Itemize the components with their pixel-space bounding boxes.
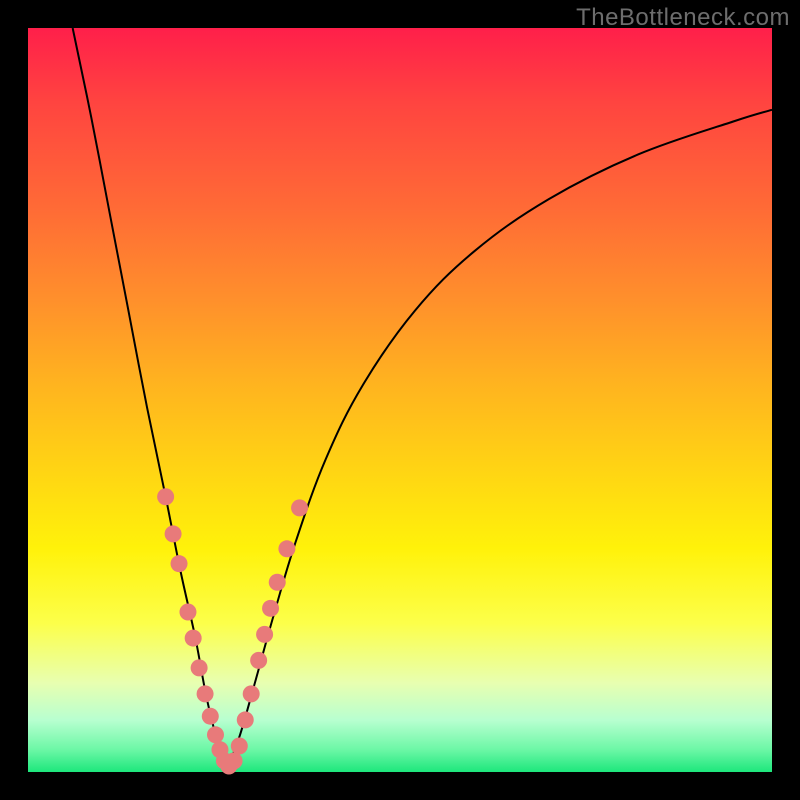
data-marker: [269, 574, 286, 591]
data-marker: [250, 652, 267, 669]
data-marker: [165, 525, 182, 542]
data-marker: [207, 726, 224, 743]
data-marker: [231, 737, 248, 754]
data-marker: [191, 659, 208, 676]
data-marker: [262, 600, 279, 617]
data-marker: [202, 708, 219, 725]
plot-area: [28, 28, 772, 772]
data-marker: [185, 630, 202, 647]
marker-group: [157, 488, 308, 774]
data-marker: [278, 540, 295, 557]
data-marker: [171, 555, 188, 572]
data-marker: [179, 604, 196, 621]
data-marker: [243, 685, 260, 702]
curve-left-branch: [73, 28, 228, 768]
data-marker: [237, 711, 254, 728]
chart-frame: TheBottleneck.com: [0, 0, 800, 800]
data-marker: [256, 626, 273, 643]
watermark-text: TheBottleneck.com: [576, 4, 790, 32]
chart-svg: [28, 28, 772, 772]
data-marker: [291, 499, 308, 516]
data-marker: [197, 685, 214, 702]
curve-right-branch: [227, 110, 772, 768]
data-marker: [226, 752, 243, 769]
data-marker: [157, 488, 174, 505]
